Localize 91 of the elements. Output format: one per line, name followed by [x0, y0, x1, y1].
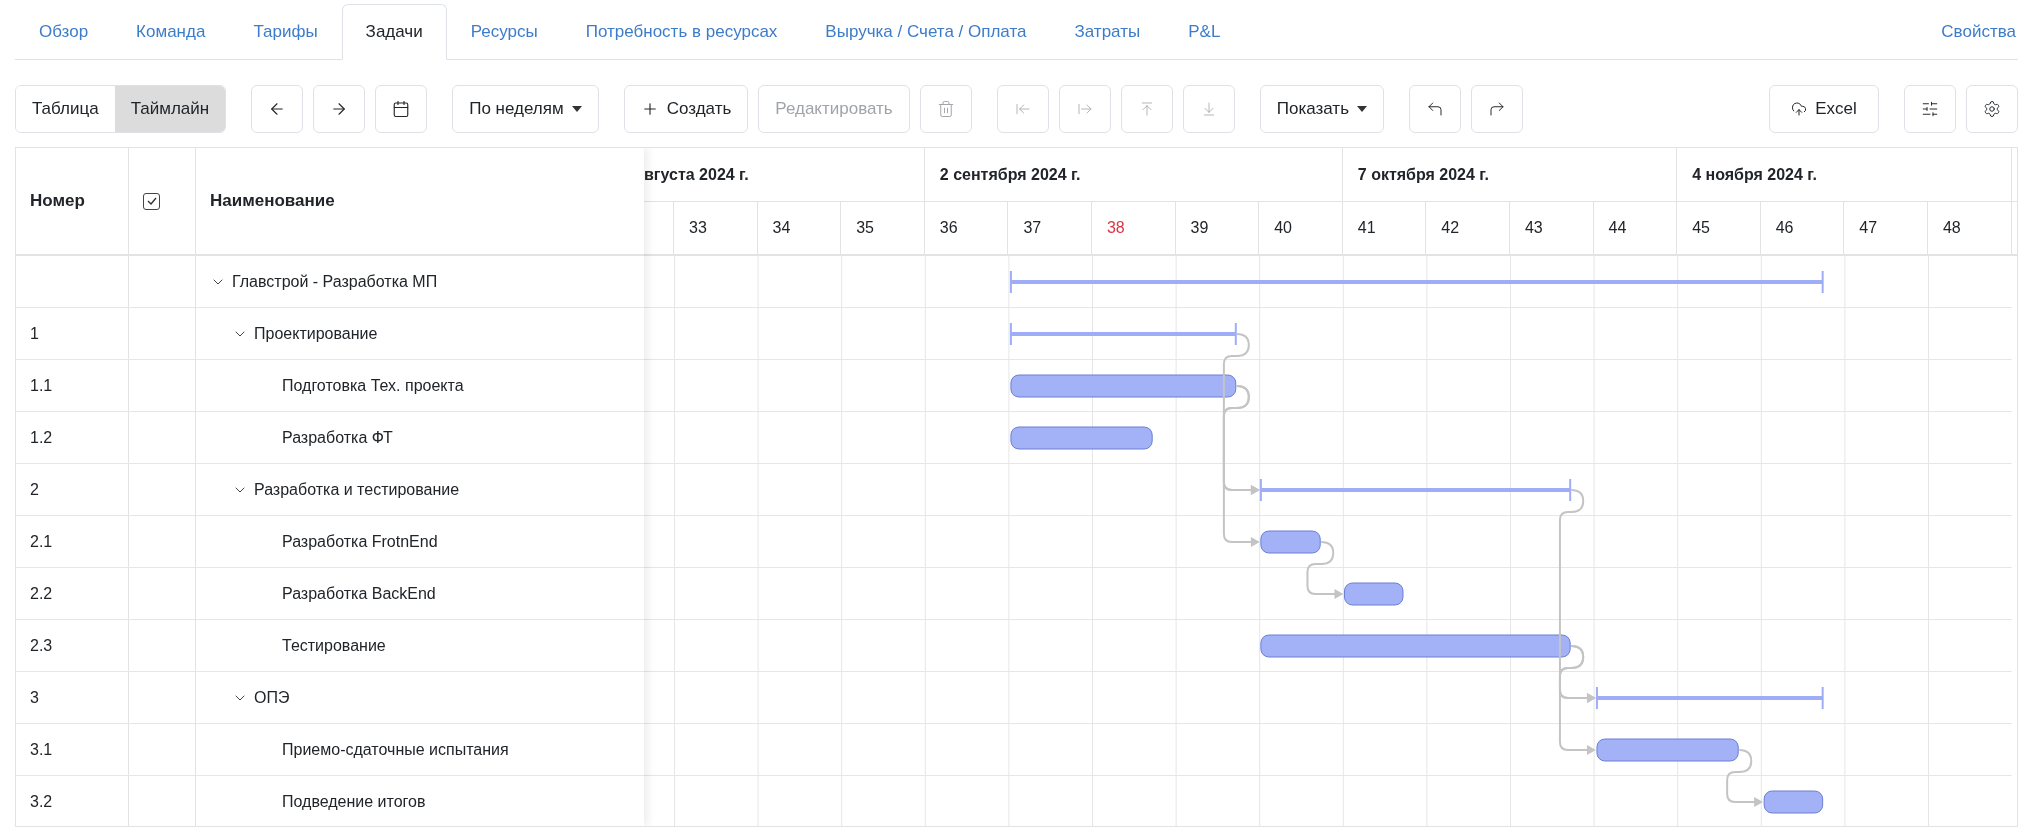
tab[interactable]: Потребность в ресурсах — [561, 4, 802, 60]
summary-bar[interactable] — [1009, 323, 1237, 345]
create-button[interactable]: Создать — [623, 85, 749, 133]
undo-icon — [1426, 100, 1444, 118]
task-number: 3.1 — [29, 739, 54, 760]
task-name: Разработка FrotnEnd — [282, 532, 438, 551]
trash-icon — [936, 100, 955, 118]
task-bar[interactable] — [1763, 790, 1824, 814]
task-name: Подведение итогов — [282, 792, 426, 811]
task-number: 2.3 — [29, 635, 54, 656]
task-bar[interactable] — [1010, 426, 1153, 450]
tab[interactable]: Ресурсы — [446, 4, 562, 60]
task-bar[interactable] — [1260, 530, 1321, 554]
columns-settings-button[interactable] — [1904, 85, 1956, 133]
sliders-icon — [1921, 100, 1939, 118]
week-number: 37 — [1008, 202, 1092, 254]
view-toggle-button[interactable]: Таймлайн — [114, 86, 226, 132]
task-name: Разработка и тестирование — [254, 480, 460, 499]
redo-button[interactable] — [1471, 85, 1523, 133]
week-number: 44 — [1593, 202, 1678, 254]
task-name: Главстрой - Разработка МП — [232, 272, 438, 291]
caret-icon — [571, 106, 582, 112]
cloud-icon — [1791, 101, 1808, 117]
settings-button[interactable] — [1966, 85, 2018, 133]
tab[interactable]: Выручка / Счета / Оплата — [801, 4, 1051, 60]
summary-bar[interactable] — [1259, 479, 1572, 501]
tab[interactable]: Тарифы — [229, 4, 342, 60]
summary-bar[interactable] — [1009, 271, 1824, 293]
task-number: 2.1 — [29, 531, 54, 552]
calendar-icon — [392, 100, 411, 118]
task-name: Проектирование — [254, 324, 378, 343]
week-number: 35 — [841, 202, 925, 254]
task-number: 1 — [29, 323, 40, 344]
show-dropdown[interactable]: Показать — [1259, 85, 1384, 133]
excel-button[interactable]: Excel — [1769, 85, 1879, 133]
column-header: Наименование — [210, 191, 335, 211]
forward-button[interactable] — [313, 85, 366, 133]
task-name: ОПЭ — [254, 688, 290, 707]
week-number: 43 — [1509, 202, 1594, 254]
calendar-button[interactable] — [375, 85, 428, 133]
week-number: 42 — [1426, 202, 1510, 254]
task-name: Разработка ФТ — [282, 428, 393, 447]
week-number: 40 — [1259, 202, 1343, 254]
settings-icon — [1983, 100, 2001, 118]
task-number: 3.2 — [29, 791, 54, 812]
back-button[interactable] — [251, 85, 304, 133]
month-label: вгуста 2024 г. — [644, 165, 749, 184]
week-number: 45 — [1677, 202, 1761, 254]
header-checkbox[interactable] — [143, 192, 160, 210]
week-number: 39 — [1175, 202, 1260, 254]
task-number: 1.1 — [29, 375, 54, 396]
week-number: 33 — [674, 202, 758, 254]
week-number: 48 — [1927, 202, 2012, 254]
week-number: 46 — [1760, 202, 1845, 254]
week-number: 47 — [1844, 202, 1928, 254]
tab[interactable]: Обзор — [15, 4, 113, 60]
task-name: Разработка BackEnd — [282, 584, 436, 603]
week-number: 34 — [757, 202, 842, 254]
scale-dropdown[interactable]: По неделям — [452, 85, 599, 133]
task-name: Подготовка Тех. проекта — [282, 376, 464, 395]
caret-icon — [1357, 106, 1367, 112]
redo-icon — [1488, 100, 1506, 118]
dependency-arrow — [1306, 541, 1344, 599]
undo-button[interactable] — [1409, 85, 1461, 133]
task-bar[interactable] — [1343, 582, 1404, 606]
tab[interactable]: Задачи — [341, 4, 447, 60]
tab[interactable]: Затраты — [1050, 4, 1165, 60]
tab[interactable]: P&L — [1164, 4, 1245, 60]
column-header: Номер — [16, 148, 129, 254]
properties-link[interactable]: Свойства — [1941, 5, 2018, 59]
dependency-arrow — [1726, 749, 1764, 807]
task-bar[interactable] — [1596, 738, 1739, 762]
month-label: 2 сентября 2024 г. — [939, 165, 1081, 184]
task-number: 2 — [29, 479, 40, 500]
task-name: Тестирование — [282, 636, 386, 655]
task-number: 3 — [29, 687, 40, 708]
task-bar[interactable] — [1010, 374, 1237, 398]
week-number: 38 — [1091, 202, 1176, 254]
check-icon — [146, 197, 157, 205]
tab[interactable]: Команда — [112, 4, 230, 60]
task-name: Приемо-сдаточные испытания — [282, 740, 509, 759]
task-bar[interactable] — [1260, 634, 1571, 658]
month-label: 4 ноября 2024 г. — [1692, 165, 1817, 184]
month-label: 7 октября 2024 г. — [1357, 165, 1489, 184]
week-number: 41 — [1342, 202, 1427, 254]
indent-icon — [1076, 101, 1093, 117]
outdent-icon — [1014, 101, 1031, 117]
task-number: 1.2 — [29, 427, 54, 448]
week-number: 36 — [924, 202, 1009, 254]
summary-bar[interactable] — [1595, 687, 1824, 709]
task-number: 2.2 — [29, 583, 54, 604]
